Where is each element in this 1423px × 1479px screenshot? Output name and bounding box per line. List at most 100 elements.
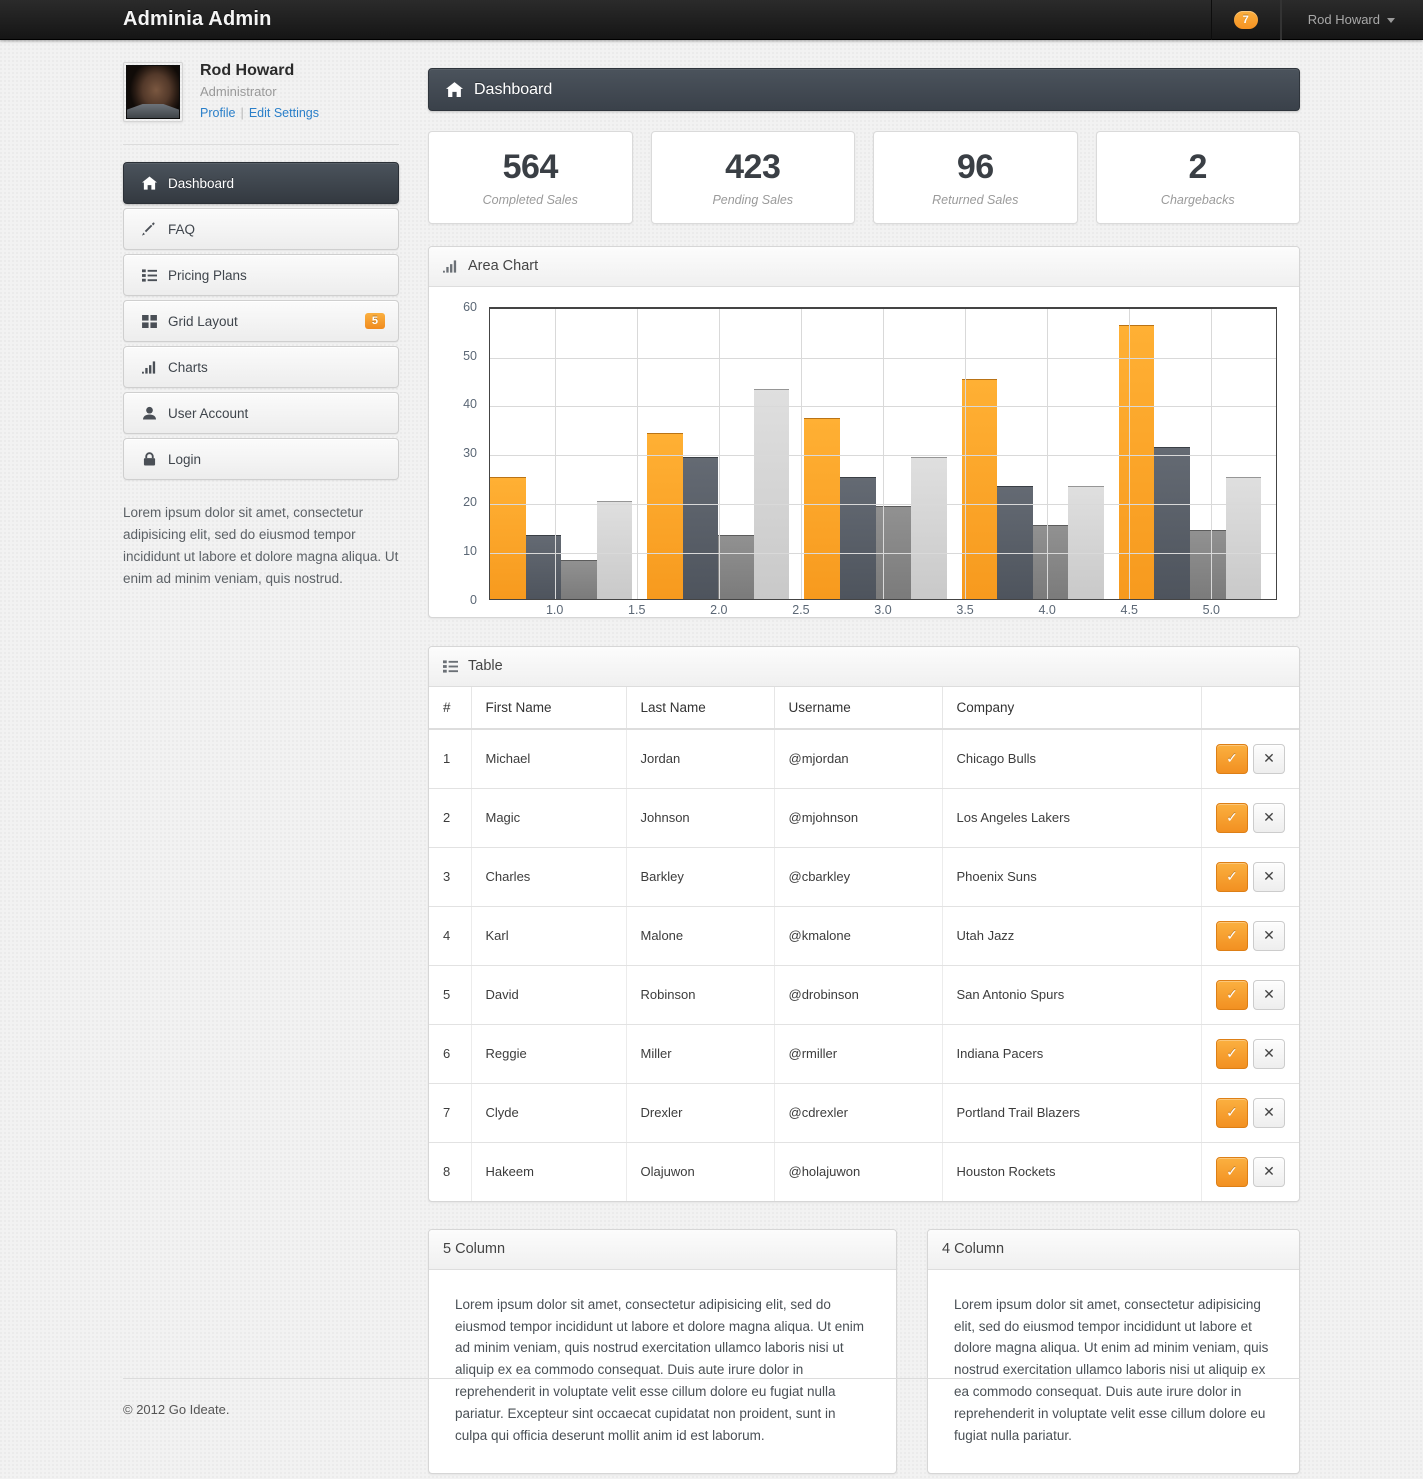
edit-settings-link[interactable]: Edit Settings <box>249 106 319 120</box>
y-axis-tick: 20 <box>463 495 477 510</box>
page-title-bar: Dashboard <box>428 68 1300 111</box>
user-menu-dropdown[interactable]: Rod Howard <box>1280 0 1423 40</box>
sidebar-description: Lorem ipsum dolor sit amet, consectetur … <box>123 505 399 586</box>
sidebar-item-badge: 5 <box>364 313 385 329</box>
sidebar-item-label: FAQ <box>168 221 196 237</box>
grid-icon <box>137 314 161 328</box>
sidebar-item-faq[interactable]: FAQ <box>123 208 399 250</box>
cell-actions: ✓ ✕ <box>1201 788 1299 848</box>
cell-first-name: Clyde <box>471 1083 627 1143</box>
sidebar-nav: Dashboard FAQ Pricing Plans Grid Layout … <box>123 162 399 480</box>
sidebar-item-login[interactable]: Login <box>123 438 399 480</box>
approve-button[interactable]: ✓ <box>1216 920 1248 951</box>
column-header-first-name[interactable]: First Name <box>471 686 627 730</box>
stat-box-completed-sales[interactable]: 564 Completed Sales <box>428 131 633 224</box>
row-actions: ✓ ✕ <box>1216 743 1285 774</box>
approve-button[interactable]: ✓ <box>1216 1038 1248 1069</box>
user-menu-label: Rod Howard <box>1307 12 1380 27</box>
grid-line-vertical <box>1128 308 1130 599</box>
delete-button[interactable]: ✕ <box>1253 802 1285 833</box>
cell-first-name: Reggie <box>471 1024 627 1084</box>
sidebar: Rod Howard Administrator Profile | Edit Se… <box>123 62 399 589</box>
table-panel-header: Table <box>429 646 1299 687</box>
delete-button[interactable]: ✕ <box>1253 1156 1285 1187</box>
delete-button[interactable]: ✕ <box>1253 979 1285 1010</box>
y-axis-tick: 40 <box>463 397 477 412</box>
profile-link[interactable]: Profile <box>200 106 235 120</box>
sidebar-item-user-account[interactable]: User Account <box>123 392 399 434</box>
table-row: 6 Reggie Miller @rmiller Indiana Pacers ✓ ✕ <box>429 1024 1299 1084</box>
approve-button[interactable]: ✓ <box>1216 861 1248 892</box>
cell-first-name: Charles <box>471 847 627 907</box>
cell-actions: ✓ ✕ <box>1202 1142 1300 1201</box>
table-row: 8 Hakeem Olajuwon @holajuwon Houston Rockets… <box>429 1142 1299 1201</box>
user-icon <box>137 406 161 420</box>
profile-name: Rod Howard <box>200 62 295 79</box>
stat-value: 96 <box>956 148 994 186</box>
sidebar-item-pricing-plans[interactable]: Pricing Plans <box>123 254 399 296</box>
avatar[interactable] <box>123 62 183 122</box>
cell-username: @kmalone <box>774 906 943 966</box>
stat-box-pending-sales[interactable]: 423 Pending Sales <box>650 131 855 224</box>
bar-chart[interactable]: 0 10 20 30 40 50 60 1.0 1.5 2.0 2.5 3.0 3.5 4.0 4.5 5.… <box>451 300 1277 617</box>
link-separator: | <box>240 105 244 120</box>
sidebar-item-label: Grid Layout <box>168 313 238 329</box>
notifications-button[interactable]: 7 <box>1210 0 1281 40</box>
row-actions: ✓ ✕ <box>1216 861 1285 892</box>
stat-box-returned-sales[interactable]: 96 Returned Sales <box>873 131 1078 224</box>
sidebar-item-dashboard[interactable]: Dashboard <box>123 162 399 204</box>
y-axis-tick: 50 <box>463 348 477 363</box>
stat-box-chargebacks[interactable]: 2 Chargebacks <box>1095 131 1300 224</box>
stats-row: 564 Completed Sales 423 Pending Sales 96… <box>428 131 1300 224</box>
cell-username: @rmiller <box>774 1024 943 1084</box>
row-number: 1 <box>429 728 472 789</box>
bar-group <box>961 309 1119 599</box>
delete-button[interactable]: ✕ <box>1253 1038 1285 1069</box>
cell-company: Phoenix Suns <box>942 847 1202 907</box>
stat-caption: Returned Sales <box>932 192 1019 207</box>
bar-group <box>647 309 804 599</box>
approve-button[interactable]: ✓ <box>1216 1156 1248 1187</box>
sidebar-item-charts[interactable]: Charts <box>123 346 399 388</box>
app-brand[interactable]: Adminia Admin <box>123 8 272 31</box>
four-column-title: 4 Column <box>942 1241 1005 1258</box>
sidebar-item-grid-layout[interactable]: Grid Layout 5 <box>123 300 399 342</box>
chart-panel-header: Area Chart <box>429 246 1299 287</box>
approve-button[interactable]: ✓ <box>1216 743 1248 774</box>
bar-group <box>490 309 647 599</box>
table-row: 5 David Robinson @drobinson San Antonio Spur… <box>429 965 1299 1025</box>
footer-text: © 2012 Go Ideate. <box>123 1402 230 1417</box>
column-header-company[interactable]: Company <box>942 686 1202 730</box>
column-header-username[interactable]: Username <box>774 686 943 730</box>
stat-caption: Completed Sales <box>482 192 578 207</box>
row-number: 4 <box>429 906 472 966</box>
row-actions: ✓ ✕ <box>1216 920 1285 951</box>
sidebar-item-label: Pricing Plans <box>168 267 247 283</box>
four-column-text: Lorem ipsum dolor sit amet, consectetur … <box>954 1296 1269 1443</box>
cell-company: San Antonio Spurs <box>942 965 1202 1025</box>
cell-company: Los Angeles Lakers <box>942 788 1202 848</box>
delete-button[interactable]: ✕ <box>1253 920 1285 951</box>
delete-button[interactable]: ✕ <box>1253 743 1285 774</box>
row-number: 5 <box>429 965 472 1025</box>
approve-button[interactable]: ✓ <box>1216 979 1248 1010</box>
top-navbar: Adminia Admin 7 Rod Howard <box>0 0 1423 40</box>
bar-chart-icon <box>137 360 161 374</box>
y-axis-tick: 0 <box>470 592 477 607</box>
y-axis-tick: 10 <box>463 543 477 558</box>
cell-username: @mjordan <box>774 728 943 789</box>
column-header-number[interactable]: # <box>429 686 472 730</box>
grid-line-vertical <box>883 308 884 599</box>
delete-button[interactable]: ✕ <box>1253 1097 1285 1128</box>
approve-button[interactable]: ✓ <box>1216 802 1248 833</box>
grid-line-vertical <box>1210 308 1212 599</box>
delete-button[interactable]: ✕ <box>1253 861 1285 892</box>
sidebar-item-label: Login <box>168 451 202 467</box>
row-number: 2 <box>429 788 472 848</box>
column-header-last-name[interactable]: Last Name <box>626 686 775 730</box>
cell-company: Utah Jazz <box>942 906 1202 966</box>
cell-last-name: Jordan <box>626 728 775 789</box>
approve-button[interactable]: ✓ <box>1216 1097 1248 1128</box>
cell-first-name: Michael <box>471 728 627 789</box>
five-column-text: Lorem ipsum dolor sit amet, consectetur … <box>455 1296 864 1443</box>
